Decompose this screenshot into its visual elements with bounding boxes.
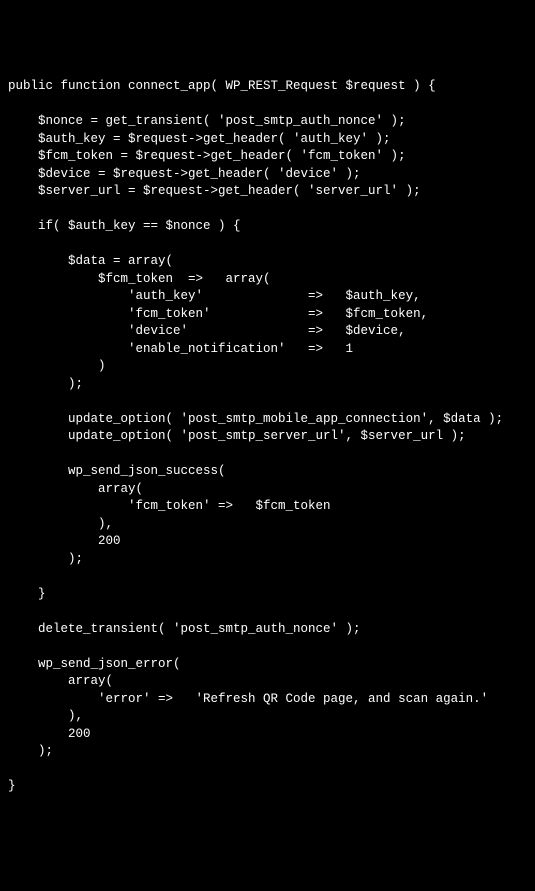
code-line: ); <box>8 744 53 758</box>
code-line: ); <box>8 552 83 566</box>
code-line: public function connect_app( WP_REST_Req… <box>8 79 436 93</box>
code-line: $fcm_token = $request->get_header( 'fcm_… <box>8 149 406 163</box>
code-line: $data = array( <box>8 254 173 268</box>
code-line: $device = $request->get_header( 'device'… <box>8 167 361 181</box>
code-line: 'auth_key' => $auth_key, <box>8 289 421 303</box>
code-line: ); <box>8 377 83 391</box>
code-line: 'enable_notification' => 1 <box>8 342 353 356</box>
code-line: 200 <box>8 727 91 741</box>
code-block: public function connect_app( WP_REST_Req… <box>8 78 527 796</box>
code-line: 'fcm_token' => $fcm_token <box>8 499 331 513</box>
code-line: delete_transient( 'post_smtp_auth_nonce'… <box>8 622 361 636</box>
code-line: $auth_key = $request->get_header( 'auth_… <box>8 132 391 146</box>
code-line: 'device' => $device, <box>8 324 406 338</box>
code-line: if( $auth_key == $nonce ) { <box>8 219 241 233</box>
code-line: wp_send_json_success( <box>8 464 226 478</box>
code-line: } <box>8 587 46 601</box>
code-line: array( <box>8 674 113 688</box>
code-line: update_option( 'post_smtp_mobile_app_con… <box>8 412 503 426</box>
code-line: 'error' => 'Refresh QR Code page, and sc… <box>8 692 488 706</box>
code-line: array( <box>8 482 143 496</box>
code-line: $server_url = $request->get_header( 'ser… <box>8 184 421 198</box>
code-line: $fcm_token => array( <box>8 272 271 286</box>
code-line: update_option( 'post_smtp_server_url', $… <box>8 429 466 443</box>
code-line: 'fcm_token' => $fcm_token, <box>8 307 428 321</box>
code-line: wp_send_json_error( <box>8 657 181 671</box>
code-line: ), <box>8 709 83 723</box>
code-line: $nonce = get_transient( 'post_smtp_auth_… <box>8 114 406 128</box>
code-line: ), <box>8 517 113 531</box>
code-line: } <box>8 779 16 793</box>
code-line: 200 <box>8 534 121 548</box>
code-line: ) <box>8 359 106 373</box>
